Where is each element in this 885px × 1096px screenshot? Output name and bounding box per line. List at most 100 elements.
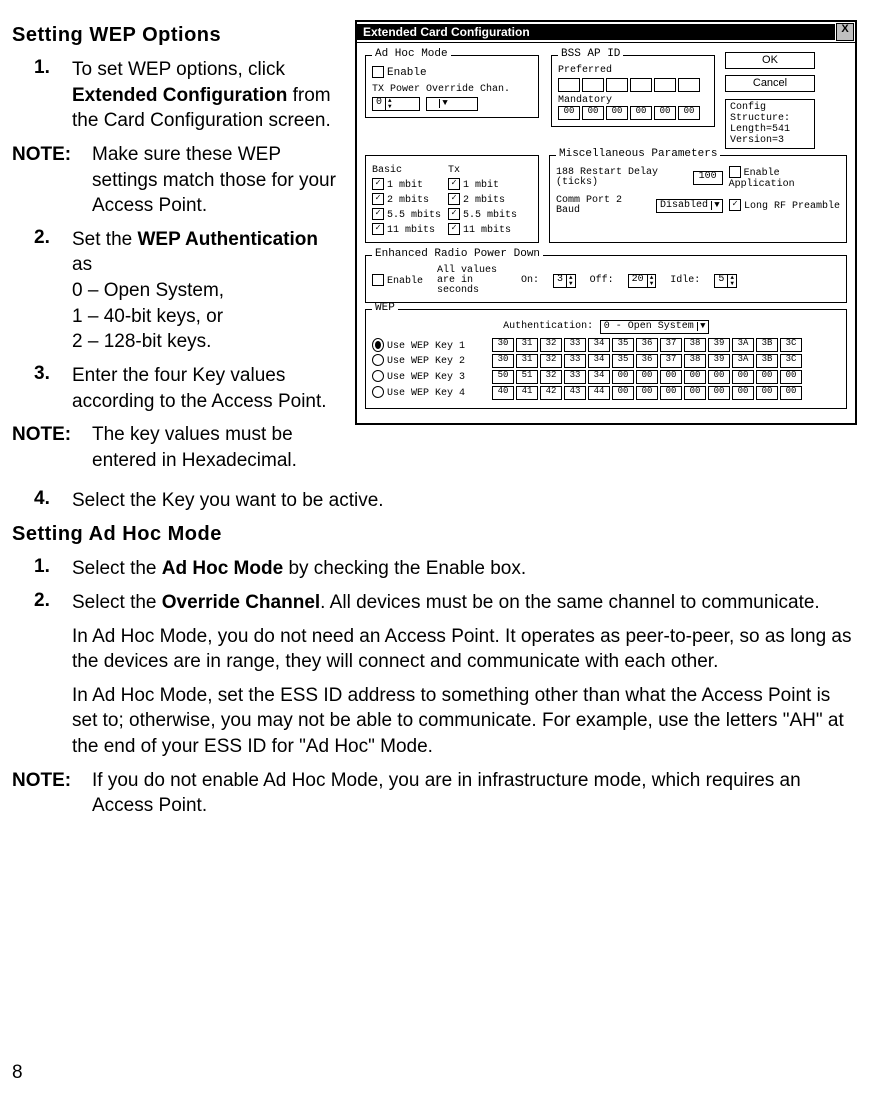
wep-hex-cell[interactable]: 32 <box>540 338 562 352</box>
wep-hex-cell[interactable]: 32 <box>540 370 562 384</box>
restart-label: 188 Restart Delay (ticks) <box>556 168 689 188</box>
basic-label: Basic <box>372 166 442 176</box>
wep-hex-cell[interactable]: 00 <box>612 370 634 384</box>
wep-hex-cell[interactable]: 00 <box>612 386 634 400</box>
wep-key-radio[interactable] <box>372 354 384 366</box>
wep-hex-cell[interactable]: 38 <box>684 338 706 352</box>
powerdown-note: All values are in seconds <box>437 266 507 296</box>
wep-hex-cell[interactable]: 00 <box>684 370 706 384</box>
wep-key-row: Use WEP Key 1 303132333435363738393A3B3C <box>372 338 840 352</box>
wep-hex-cell[interactable]: 33 <box>564 354 586 368</box>
config-structure-box: Config Structure: Length=541 Version=3 <box>725 99 815 149</box>
enable-app-checkbox[interactable] <box>729 166 741 178</box>
wep-hex-cell[interactable]: 35 <box>612 338 634 352</box>
wep-hex-cell[interactable]: 00 <box>756 370 778 384</box>
wep-hex-cell[interactable]: 00 <box>684 386 706 400</box>
wep-hex-cell[interactable]: 00 <box>636 370 658 384</box>
wep-hex-cell[interactable]: 00 <box>756 386 778 400</box>
powerdown-enable-checkbox[interactable] <box>372 274 384 286</box>
cancel-button[interactable]: Cancel <box>725 75 815 92</box>
wep-hex-cell[interactable]: 3A <box>732 354 754 368</box>
bss-pref-cell[interactable] <box>558 78 580 92</box>
close-icon[interactable]: X <box>836 23 854 41</box>
ok-button[interactable]: OK <box>725 52 815 69</box>
step-number: 1. <box>34 57 58 79</box>
wep-hex-cell[interactable]: 42 <box>540 386 562 400</box>
tx-rate-checkbox[interactable]: ✓ <box>448 178 460 190</box>
wep-hex-cell[interactable]: 00 <box>708 386 730 400</box>
wep-hex-cell[interactable]: 33 <box>564 338 586 352</box>
wep-key-label: Use WEP Key 2 <box>387 356 465 367</box>
wep-hex-cell[interactable]: 3A <box>732 338 754 352</box>
wep-hex-cell[interactable]: 40 <box>492 386 514 400</box>
wep-hex-cell[interactable]: 37 <box>660 354 682 368</box>
wep-hex-cell[interactable]: 44 <box>588 386 610 400</box>
wep-hex-cell[interactable]: 32 <box>540 354 562 368</box>
wep-hex-cell[interactable]: 00 <box>660 386 682 400</box>
powerdown-label: Enhanced Radio Power Down <box>372 249 543 260</box>
powerdown-group: Enhanced Radio Power Down Enable All val… <box>365 255 847 303</box>
wep-hex-cell[interactable]: 51 <box>516 370 538 384</box>
auth-label: Authentication: <box>503 321 593 332</box>
wep-hex-cell[interactable]: 43 <box>564 386 586 400</box>
wep-hex-cell[interactable]: 3B <box>756 354 778 368</box>
wep-hex-cell[interactable]: 35 <box>612 354 634 368</box>
wep-hex-cell[interactable]: 33 <box>564 370 586 384</box>
override-chan-select[interactable]: ▼ <box>426 97 478 111</box>
wep-group-label: WEP <box>372 303 398 314</box>
wep-hex-cell[interactable]: 3C <box>780 354 802 368</box>
wep-hex-cell[interactable]: 31 <box>516 354 538 368</box>
wep-hex-cell[interactable]: 36 <box>636 354 658 368</box>
bss-group: BSS AP ID Preferred Mandatory 0000000000… <box>551 55 715 127</box>
wep-hex-cell[interactable]: 41 <box>516 386 538 400</box>
wep-key-radio[interactable] <box>372 370 384 382</box>
idle-spinner[interactable]: 5▲▼ <box>714 274 737 288</box>
wep-hex-cell[interactable]: 00 <box>732 370 754 384</box>
wep-hex-cell[interactable]: 34 <box>588 338 610 352</box>
preamble-checkbox[interactable]: ✓ <box>729 199 741 211</box>
wep-hex-cell[interactable]: 31 <box>516 338 538 352</box>
wep-hex-cell[interactable]: 3C <box>780 338 802 352</box>
wep-hex-cell[interactable]: 38 <box>684 354 706 368</box>
txpower-spinner[interactable]: 0▲▼ <box>372 97 420 111</box>
wep-hex-cell[interactable]: 34 <box>588 370 610 384</box>
wep-hex-cell[interactable]: 30 <box>492 338 514 352</box>
wep-hex-cell[interactable]: 37 <box>660 338 682 352</box>
override-chan-label: Override Chan. <box>426 85 510 95</box>
wep-hex-cell[interactable]: 39 <box>708 338 730 352</box>
wep-hex-cell[interactable]: 34 <box>588 354 610 368</box>
wep-hex-cell[interactable]: 30 <box>492 354 514 368</box>
basic-rate-checkbox[interactable]: ✓ <box>372 178 384 190</box>
wep-hex-cell[interactable]: 50 <box>492 370 514 384</box>
adhoc-group: Ad Hoc Mode Enable TX Power 0▲▼ Override… <box>365 55 539 118</box>
restart-input[interactable]: 100 <box>693 171 723 185</box>
heading-adhoc: Setting Ad Hoc Mode <box>12 523 857 546</box>
bss-group-label: BSS AP ID <box>558 49 623 60</box>
wep-hex-cell[interactable]: 39 <box>708 354 730 368</box>
on-spinner[interactable]: 3▲▼ <box>553 274 576 288</box>
wep-key-label: Use WEP Key 1 <box>387 341 465 352</box>
auth-select[interactable]: 0 - Open System▼ <box>600 320 709 334</box>
misc-group-label: Miscellaneous Parameters <box>556 149 720 160</box>
adhoc-enable-checkbox[interactable] <box>372 66 384 78</box>
commport-label: Comm Port 2 Baud <box>556 196 652 216</box>
misc-group: Miscellaneous Parameters 188 Restart Del… <box>549 155 847 243</box>
wep-key-radio[interactable] <box>372 338 384 352</box>
dialog-button-column: OK Cancel Config Structure: Length=541 V… <box>725 49 815 149</box>
dialog-titlebar: Extended Card Configuration X <box>357 22 855 43</box>
wep-key-radio[interactable] <box>372 386 384 398</box>
wep-hex-cell[interactable]: 00 <box>732 386 754 400</box>
commport-select[interactable]: Disabled▼ <box>656 199 723 213</box>
note-text: Make sure these WEP settings match those… <box>92 142 343 219</box>
wep-hex-cell[interactable]: 00 <box>780 386 802 400</box>
wep-hex-cell[interactable]: 3B <box>756 338 778 352</box>
wep-hex-cell[interactable]: 00 <box>780 370 802 384</box>
wep-hex-cell[interactable]: 00 <box>660 370 682 384</box>
adhoc-enable-label: Enable <box>387 67 427 79</box>
wep-hex-cell[interactable]: 36 <box>636 338 658 352</box>
off-spinner[interactable]: 20▲▼ <box>628 274 657 288</box>
wep-hex-cell[interactable]: 00 <box>636 386 658 400</box>
wep-hex-cell[interactable]: 00 <box>708 370 730 384</box>
bss-preferred-row <box>558 78 708 92</box>
wep-group: WEP Authentication: 0 - Open System▼ Use… <box>365 309 847 409</box>
